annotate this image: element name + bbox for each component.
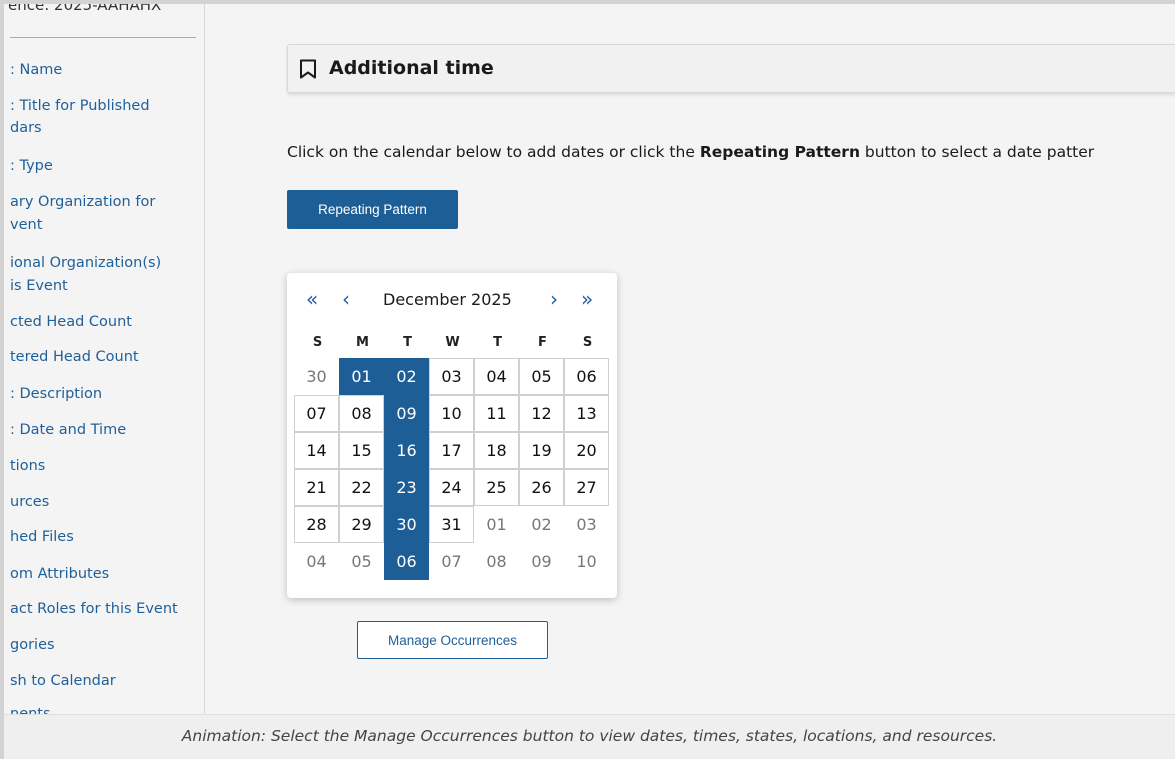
weekday-header: F <box>538 334 547 350</box>
manage-occurrences-button[interactable]: Manage Occurrences <box>357 621 548 659</box>
calendar-day[interactable]: 16 <box>384 432 429 469</box>
instructions-after: button to select a date patter <box>860 143 1095 161</box>
calendar-day[interactable]: 30 <box>294 358 339 395</box>
weekday-header: T <box>493 334 502 350</box>
sidebar-item-registered-head-count[interactable]: tered Head Count <box>10 347 200 367</box>
calendar-day[interactable]: 08 <box>339 395 384 432</box>
calendar-day[interactable]: 31 <box>429 506 474 543</box>
calendar-day[interactable]: 03 <box>429 358 474 395</box>
sidebar-item-event-title-cont[interactable]: dars <box>10 118 200 138</box>
calendar-day[interactable]: 21 <box>294 469 339 506</box>
calendar-day[interactable]: 14 <box>294 432 339 469</box>
calendar-day[interactable]: 05 <box>519 358 564 395</box>
calendar-day[interactable]: 01 <box>339 358 384 395</box>
calendar-day[interactable]: 29 <box>339 506 384 543</box>
weekday-header: W <box>445 334 460 350</box>
sidebar-item-resources[interactable]: urces <box>10 492 200 512</box>
calendar-day[interactable]: 08 <box>474 543 519 580</box>
calendar-day[interactable]: 10 <box>564 543 609 580</box>
sidebar-item-additional-orgs[interactable]: ional Organization(s) <box>10 253 200 273</box>
instructions-before: Click on the calendar below to add dates… <box>287 143 700 161</box>
reference-label: ence: 2025-AAHAHX <box>8 4 162 14</box>
repeating-pattern-button[interactable]: Repeating Pattern <box>287 190 458 229</box>
calendar-day[interactable]: 25 <box>474 469 519 506</box>
sidebar-item-event-date-time[interactable]: : Date and Time <box>10 420 200 440</box>
calendar: « ‹ December 2025 › » S M T W T F S 30 01 02 03 04 0… <box>287 273 617 598</box>
section-title: Additional time <box>329 57 494 79</box>
calendar-day[interactable]: 26 <box>519 469 564 506</box>
calendar-day[interactable]: 07 <box>429 543 474 580</box>
sidebar-divider <box>10 37 196 38</box>
caption-text: Animation: Select the Manage Occurrences… <box>181 727 998 745</box>
calendar-month-label[interactable]: December 2025 <box>383 290 512 309</box>
sidebar-item-locations[interactable]: tions <box>10 456 200 476</box>
calendar-day[interactable]: 06 <box>384 543 429 580</box>
calendar-day[interactable]: 27 <box>564 469 609 506</box>
bookmark-icon <box>300 59 316 79</box>
calendar-day[interactable]: 09 <box>519 543 564 580</box>
sidebar-item-attached-files[interactable]: hed Files <box>10 527 200 547</box>
calendar-day[interactable]: 22 <box>339 469 384 506</box>
sidebar-item-custom-attributes[interactable]: om Attributes <box>10 564 200 584</box>
prev-month-icon[interactable]: ‹ <box>342 288 350 310</box>
sidebar-item-event-description[interactable]: : Description <box>10 384 200 404</box>
caption-bar: Animation: Select the Manage Occurrences… <box>4 714 1175 759</box>
sidebar-item-additional-orgs-cont[interactable]: is Event <box>10 276 200 296</box>
sidebar-item-expected-head-count[interactable]: cted Head Count <box>10 312 200 332</box>
calendar-day[interactable]: 12 <box>519 395 564 432</box>
next-month-icon[interactable]: › <box>550 288 558 310</box>
calendar-day[interactable]: 18 <box>474 432 519 469</box>
weekday-header: S <box>312 334 323 350</box>
calendar-day[interactable]: 11 <box>474 395 519 432</box>
calendar-day[interactable]: 17 <box>429 432 474 469</box>
calendar-day[interactable]: 24 <box>429 469 474 506</box>
calendar-day[interactable]: 30 <box>384 506 429 543</box>
calendar-day[interactable]: 03 <box>564 506 609 543</box>
calendar-day[interactable]: 06 <box>564 358 609 395</box>
weekday-header: T <box>403 334 412 350</box>
sidebar-item-comments[interactable]: nents <box>10 704 200 714</box>
section-header: Additional time <box>287 44 1175 93</box>
calendar-day[interactable]: 10 <box>429 395 474 432</box>
sidebar-item-event-title[interactable]: : Title for Published <box>10 96 200 116</box>
calendar-day[interactable]: 02 <box>519 506 564 543</box>
calendar-day[interactable]: 02 <box>384 358 429 395</box>
sidebar-item-categories[interactable]: gories <box>10 635 200 655</box>
sidebar-item-contact-roles[interactable]: act Roles for this Event <box>10 599 200 619</box>
calendar-day[interactable]: 05 <box>339 543 384 580</box>
calendar-day[interactable]: 15 <box>339 432 384 469</box>
calendar-day[interactable]: 20 <box>564 432 609 469</box>
instructions-text: Click on the calendar below to add dates… <box>287 143 1094 161</box>
calendar-day[interactable]: 23 <box>384 469 429 506</box>
calendar-day[interactable]: 13 <box>564 395 609 432</box>
calendar-day[interactable]: 04 <box>474 358 519 395</box>
sidebar-item-event-type[interactable]: : Type <box>10 156 200 176</box>
calendar-day[interactable]: 04 <box>294 543 339 580</box>
prev-year-icon[interactable]: « <box>306 288 318 310</box>
calendar-day[interactable]: 28 <box>294 506 339 543</box>
sidebar-item-primary-org[interactable]: ary Organization for <box>10 192 200 212</box>
calendar-day[interactable]: 07 <box>294 395 339 432</box>
weekday-header: S <box>582 334 593 350</box>
instructions-bold: Repeating Pattern <box>699 143 860 161</box>
calendar-day[interactable]: 01 <box>474 506 519 543</box>
weekday-header: M <box>356 334 369 350</box>
calendar-day[interactable]: 19 <box>519 432 564 469</box>
sidebar-item-event-name[interactable]: : Name <box>10 60 200 80</box>
calendar-day[interactable]: 09 <box>384 395 429 432</box>
sidebar-item-publish-to-calendar[interactable]: sh to Calendar <box>10 671 200 691</box>
next-year-icon[interactable]: » <box>581 288 593 310</box>
sidebar-item-primary-org-cont[interactable]: vent <box>10 215 200 235</box>
sidebar: ence: 2025-AAHAHX : Name : Title for Pub… <box>4 4 205 714</box>
